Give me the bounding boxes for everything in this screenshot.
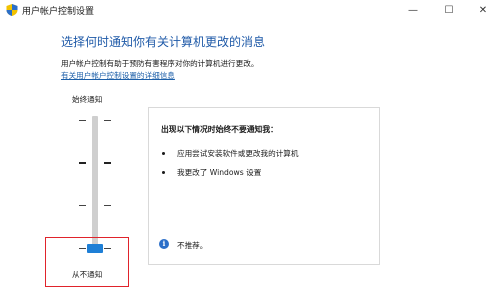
minimize-button[interactable]: — [396,0,430,21]
window-title: 用户帐户控制设置 [22,7,95,17]
setting-description-panel: 出现以下情况时始终不要通知我： 应用尝试安装软件或更改我的计算机 我更改了 Wi… [148,107,380,265]
description-text: 用户帐户控制有助于预防有害程序对你的计算机进行更改。 [61,59,259,68]
slider-tick-left [79,162,86,164]
notification-slider-track[interactable] [92,116,98,248]
slider-tick-right [104,120,111,121]
slider-tick-left [79,120,86,121]
uac-shield-icon [6,4,18,16]
bullet-dot [162,171,165,174]
close-button[interactable]: ✕ [466,0,500,21]
page-heading: 选择何时通知你有关计算机更改的消息 [61,35,266,49]
info-text: 不推荐。 [177,241,208,250]
red-highlight-box [45,237,129,287]
title-bar: 用户帐户控制设置 — ☐ ✕ [0,0,500,21]
uac-settings-window: 用户帐户控制设置 — ☐ ✕ 选择何时通知你有关计算机更改的消息 用户帐户控制有… [0,0,500,300]
panel-title: 出现以下情况时始终不要通知我： [161,125,278,134]
bullet-item: 我更改了 Windows 设置 [177,168,262,177]
bullet-item: 应用尝试安装软件或更改我的计算机 [177,149,299,158]
slider-tick-right [104,205,111,206]
slider-top-label: 始终通知 [72,95,103,104]
slider-tick-right [104,162,111,164]
slider-tick-left [79,205,86,206]
bullet-dot [162,152,165,155]
info-icon: i [159,239,169,249]
more-info-link[interactable]: 有关用户帐户控制设置的详细信息 [61,70,175,81]
maximize-button[interactable]: ☐ [432,0,466,21]
